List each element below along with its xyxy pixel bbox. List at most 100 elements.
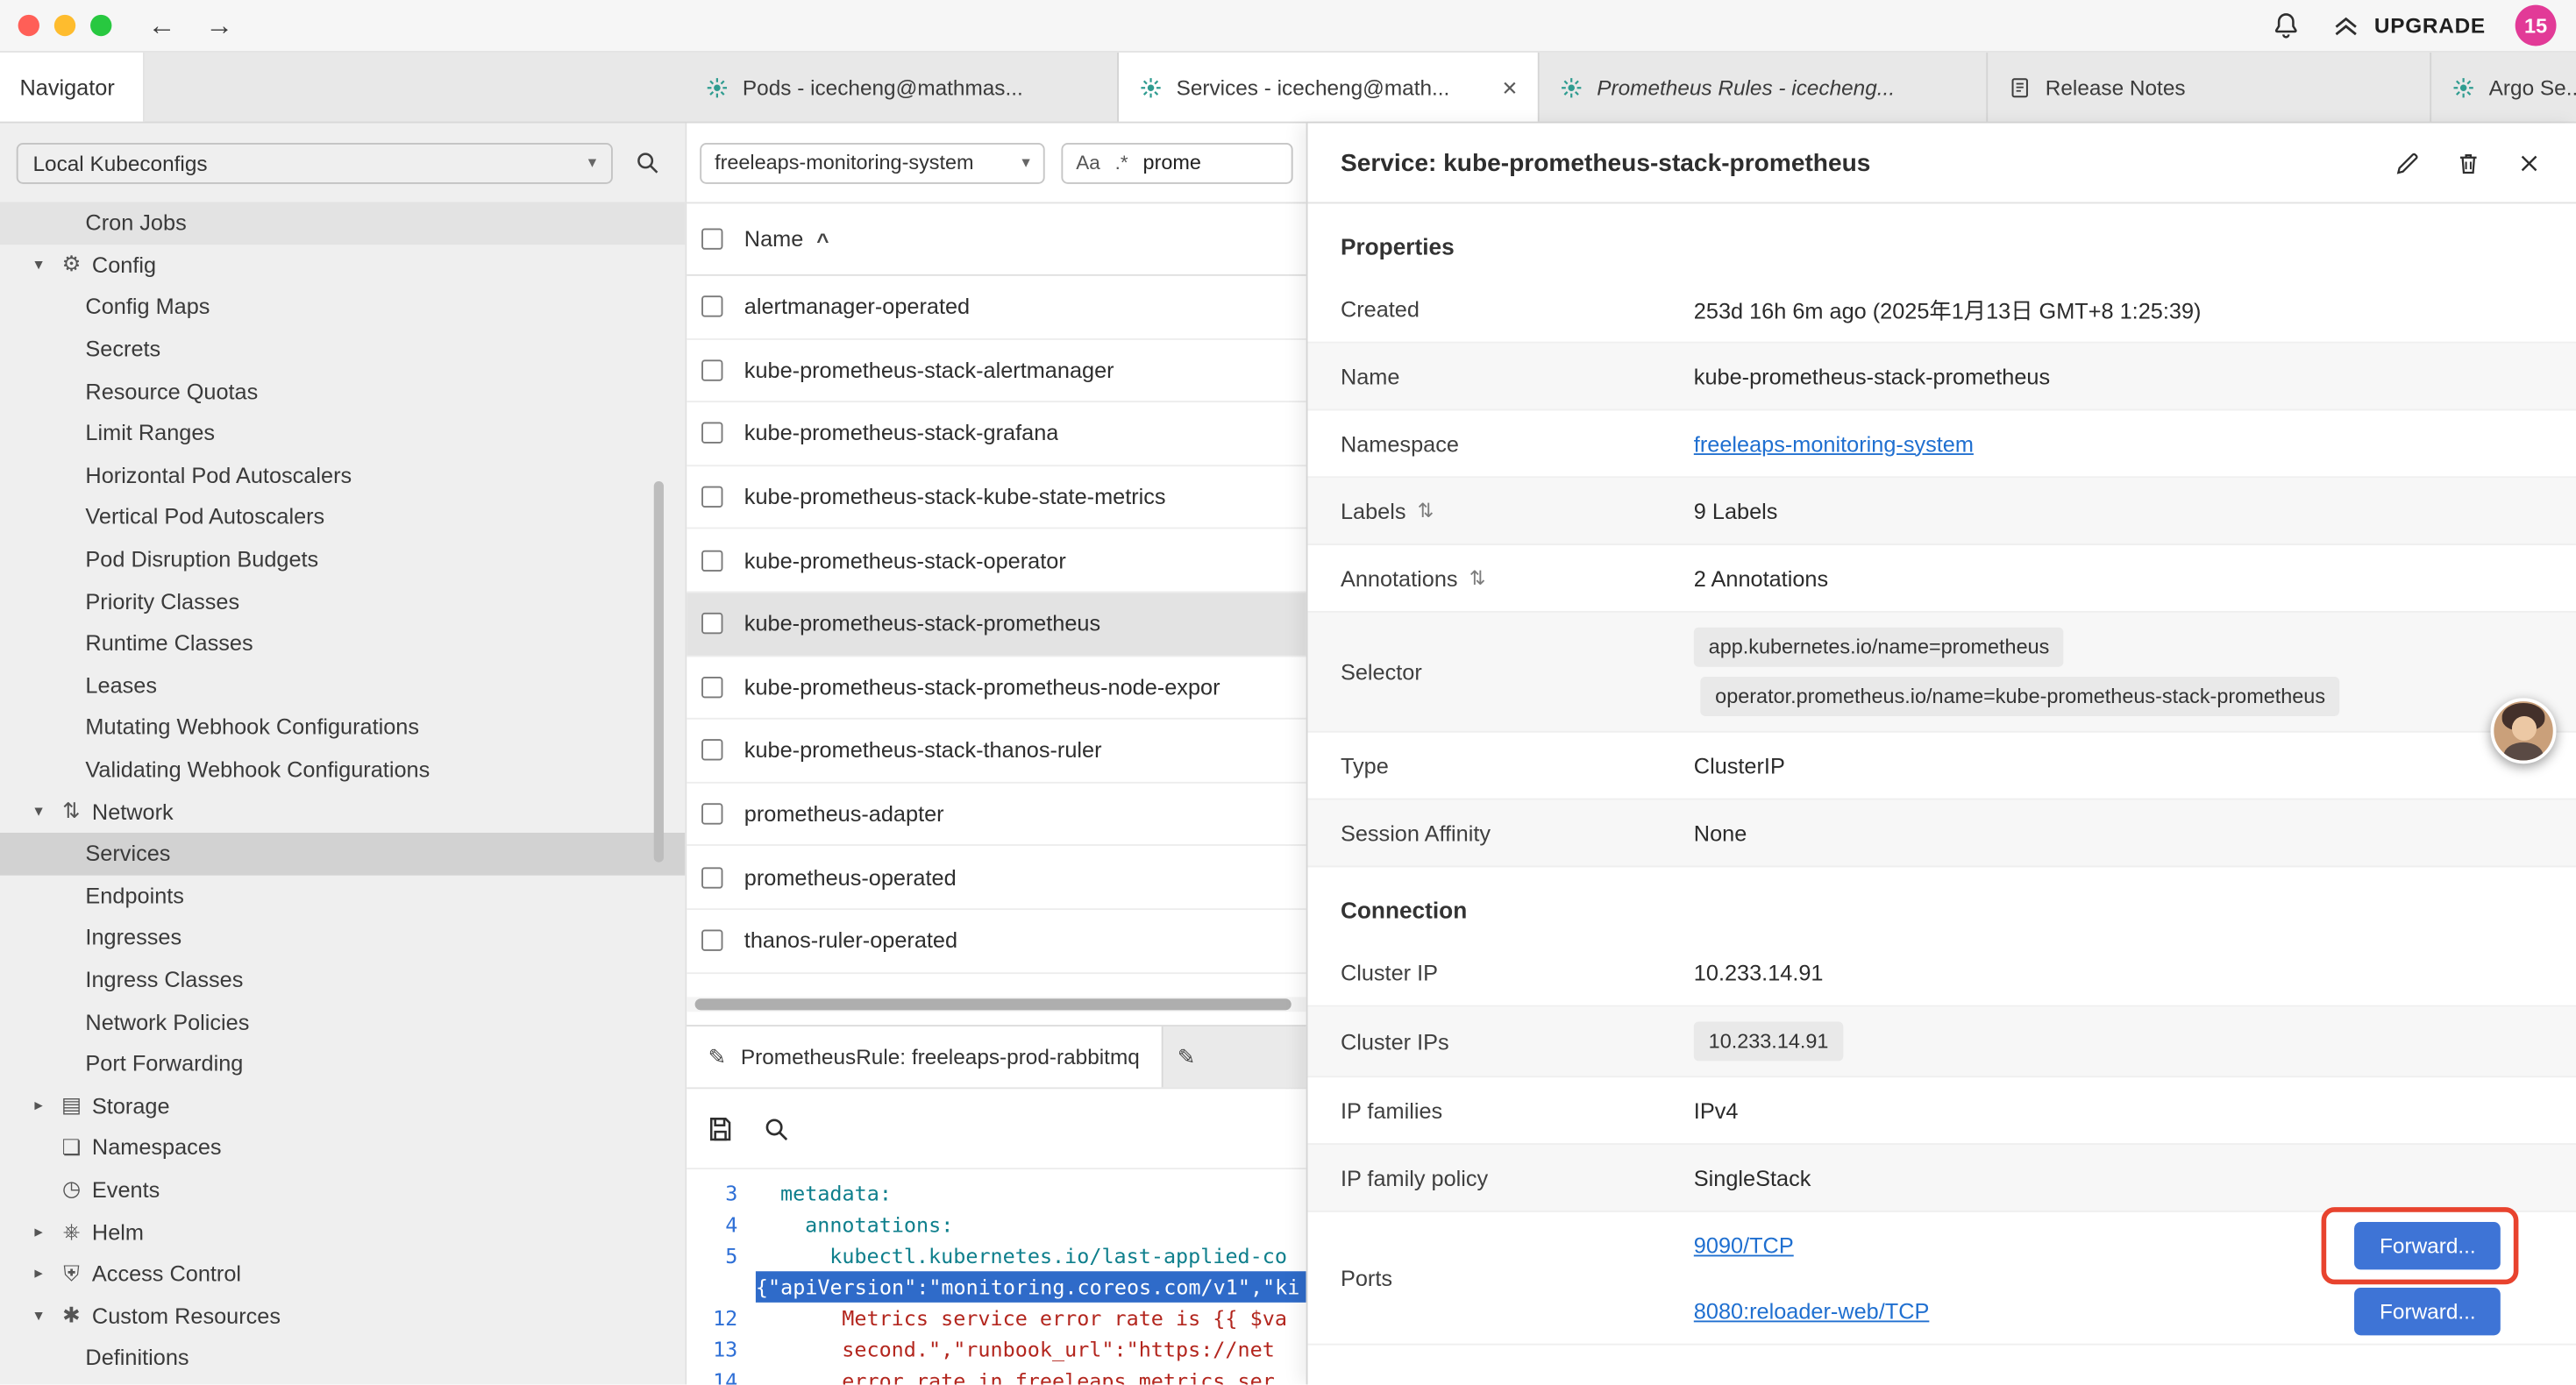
tab-release-notes[interactable]: Release Notes	[1988, 53, 2431, 124]
tab-argo-se[interactable]: Argo Se...	[2431, 53, 2576, 124]
select-all-checkbox[interactable]	[701, 228, 722, 249]
sidebar-item-cron-jobs[interactable]: Cron Jobs	[0, 202, 685, 244]
sidebar-item-limit-ranges[interactable]: Limit Ranges	[0, 412, 685, 454]
sidebar-item-config[interactable]: ▾⚙Config	[0, 244, 685, 286]
row-checkbox[interactable]	[701, 613, 722, 634]
kubeconfig-selector[interactable]: Local Kubeconfigs ▾	[17, 142, 613, 183]
sidebar-item-network-policies[interactable]: Network Policies	[0, 1001, 685, 1043]
chevron-down-icon[interactable]: ▾	[26, 256, 51, 274]
row-checkbox[interactable]	[701, 550, 722, 571]
chevron-right-icon[interactable]: ▸	[26, 1223, 51, 1241]
horizontal-scrollbar[interactable]	[687, 997, 1306, 1012]
forward-button[interactable]: Forward...	[2355, 1287, 2501, 1334]
dock-tab-partial[interactable]: ✎	[1163, 1026, 1306, 1087]
notifications-bell-icon[interactable]	[2271, 10, 2302, 41]
search-input[interactable]	[1143, 151, 1278, 174]
scrollbar-thumb[interactable]	[695, 998, 1292, 1010]
sort-arrows-icon[interactable]: ⇅	[1418, 500, 1434, 522]
notification-count-badge[interactable]: 15	[2516, 5, 2557, 46]
sidebar-item-mutating-webhook-configurations[interactable]: Mutating Webhook Configurations	[0, 707, 685, 749]
service-row-prometheus-operated[interactable]: prometheus-operated	[687, 847, 1306, 910]
match-case-toggle[interactable]: Aa	[1076, 151, 1100, 174]
sidebar-item-network[interactable]: ▾⇅Network	[0, 791, 685, 833]
forward-button[interactable]: Forward...	[2355, 1221, 2501, 1268]
save-icon[interactable]	[705, 1112, 737, 1144]
name-column-header[interactable]: Name	[744, 227, 803, 252]
forward-arrow-icon[interactable]: →	[205, 11, 233, 39]
tab-services-icecheng-math[interactable]: Services - icecheng@math...✕	[1119, 53, 1540, 124]
dock-tab-prometheusrule[interactable]: ✎ PrometheusRule: freeleaps-prod-rabbitm…	[687, 1026, 1163, 1087]
sidebar-item-vertical-pod-autoscalers[interactable]: Vertical Pod Autoscalers	[0, 496, 685, 538]
service-row-kube-prometheus-stack-kube-state-metrics[interactable]: kube-prometheus-stack-kube-state-metrics	[687, 466, 1306, 529]
chevron-right-icon[interactable]: ▸	[26, 1097, 51, 1115]
sort-arrows-icon[interactable]: ⇅	[1469, 566, 1486, 589]
yaml-editor[interactable]: 3metadata:4annotations:5kubectl.kubernet…	[687, 1169, 1306, 1384]
service-row-kube-prometheus-stack-grafana[interactable]: kube-prometheus-stack-grafana	[687, 402, 1306, 465]
table-search[interactable]: Aa .*	[1061, 142, 1292, 183]
service-row-kube-prometheus-stack-prometheus-node-expor[interactable]: kube-prometheus-stack-prometheus-node-ex…	[687, 657, 1306, 720]
namespace-filter[interactable]: freeleaps-monitoring-system ▾	[700, 142, 1044, 183]
edit-resource-icon[interactable]	[2394, 149, 2422, 177]
zoom-window-button[interactable]	[90, 15, 111, 36]
chevron-down-icon[interactable]: ▾	[26, 803, 51, 821]
service-row-prometheus-adapter[interactable]: prometheus-adapter	[687, 783, 1306, 846]
sidebar-item-priority-classes[interactable]: Priority Classes	[0, 580, 685, 622]
port-link[interactable]: 9090/TCP	[1694, 1232, 1794, 1257]
sidebar-item-validating-webhook-configurations[interactable]: Validating Webhook Configurations	[0, 749, 685, 791]
close-drawer-icon[interactable]	[2516, 149, 2544, 177]
delete-resource-icon[interactable]	[2454, 149, 2482, 177]
row-checkbox[interactable]	[701, 359, 722, 380]
sidebar-item-services[interactable]: Services	[0, 833, 685, 875]
sidebar-item-config-maps[interactable]: Config Maps	[0, 286, 685, 328]
row-checkbox[interactable]	[701, 487, 722, 508]
floating-avatar[interactable]	[2491, 698, 2557, 764]
row-checkbox[interactable]	[701, 930, 722, 951]
catalog-search-icon[interactable]	[632, 148, 662, 178]
close-tab-icon[interactable]: ✕	[1501, 76, 1518, 99]
sidebar-item-namespaces[interactable]: ❏Namespaces	[0, 1126, 685, 1168]
service-row-alertmanager-operated[interactable]: alertmanager-operated	[687, 276, 1306, 339]
sidebar-item-resource-quotas[interactable]: Resource Quotas	[0, 370, 685, 412]
editor-search-icon[interactable]	[761, 1112, 793, 1144]
sidebar-item-storage[interactable]: ▸▤Storage	[0, 1085, 685, 1127]
row-checkbox[interactable]	[701, 867, 722, 888]
service-row-kube-prometheus-stack-operator[interactable]: kube-prometheus-stack-operator	[687, 529, 1306, 593]
sidebar-item-events[interactable]: ◷Events	[0, 1168, 685, 1211]
chevron-down-icon[interactable]: ▾	[26, 1307, 51, 1325]
sidebar-item-helm[interactable]: ▸⎈Helm	[0, 1211, 685, 1253]
sidebar-item-pod-disruption-budgets[interactable]: Pod Disruption Budgets	[0, 538, 685, 580]
sidebar-item-ingress-classes[interactable]: Ingress Classes	[0, 959, 685, 1001]
kube-icon	[1138, 75, 1163, 100]
close-window-button[interactable]	[18, 15, 39, 36]
service-row-kube-prometheus-stack-thanos-ruler[interactable]: kube-prometheus-stack-thanos-ruler	[687, 720, 1306, 783]
service-row-kube-prometheus-stack-prometheus[interactable]: kube-prometheus-stack-prometheus	[687, 593, 1306, 656]
namespace-link[interactable]: freeleaps-monitoring-system	[1694, 431, 1974, 456]
sidebar-item-definitions[interactable]: Definitions	[0, 1337, 685, 1379]
row-checkbox[interactable]	[701, 740, 722, 761]
sidebar-item-secrets[interactable]: Secrets	[0, 328, 685, 370]
tab-prometheus-rules-icecheng[interactable]: Prometheus Rules - icecheng...	[1540, 53, 1989, 124]
chevron-right-icon[interactable]: ▸	[26, 1265, 51, 1283]
service-row-kube-prometheus-stack-alertmanager[interactable]: kube-prometheus-stack-alertmanager	[687, 339, 1306, 402]
sidebar-item-port-forwarding[interactable]: Port Forwarding	[0, 1043, 685, 1085]
upgrade-button[interactable]: UPGRADE	[2331, 11, 2486, 40]
back-arrow-icon[interactable]: ←	[148, 11, 176, 39]
port-link[interactable]: 8080:reloader-web/TCP	[1694, 1298, 1930, 1323]
sidebar-item-custom-resources[interactable]: ▾✱Custom Resources	[0, 1295, 685, 1337]
row-checkbox[interactable]	[701, 296, 722, 317]
sidebar-item-runtime-classes[interactable]: Runtime Classes	[0, 622, 685, 664]
minimize-window-button[interactable]	[54, 15, 75, 36]
row-checkbox[interactable]	[701, 677, 722, 698]
service-row-thanos-ruler-operated[interactable]: thanos-ruler-operated	[687, 910, 1306, 973]
row-checkbox[interactable]	[701, 423, 722, 444]
sidebar-item-label: Endpoints	[85, 884, 184, 908]
sidebar-item-access-control[interactable]: ▸⛨Access Control	[0, 1253, 685, 1295]
sidebar-item-ingresses[interactable]: Ingresses	[0, 917, 685, 959]
sidebar-item-endpoints[interactable]: Endpoints	[0, 875, 685, 917]
sidebar-item-leases[interactable]: Leases	[0, 664, 685, 707]
row-checkbox[interactable]	[701, 803, 722, 824]
sidebar-item-horizontal-pod-autoscalers[interactable]: Horizontal Pod Autoscalers	[0, 454, 685, 496]
regex-toggle[interactable]: .*	[1115, 151, 1128, 174]
sidebar-scrollbar[interactable]	[654, 481, 664, 863]
tab-pods-icecheng-mathmas[interactable]: Pods - icecheng@mathmas...	[685, 53, 1119, 124]
